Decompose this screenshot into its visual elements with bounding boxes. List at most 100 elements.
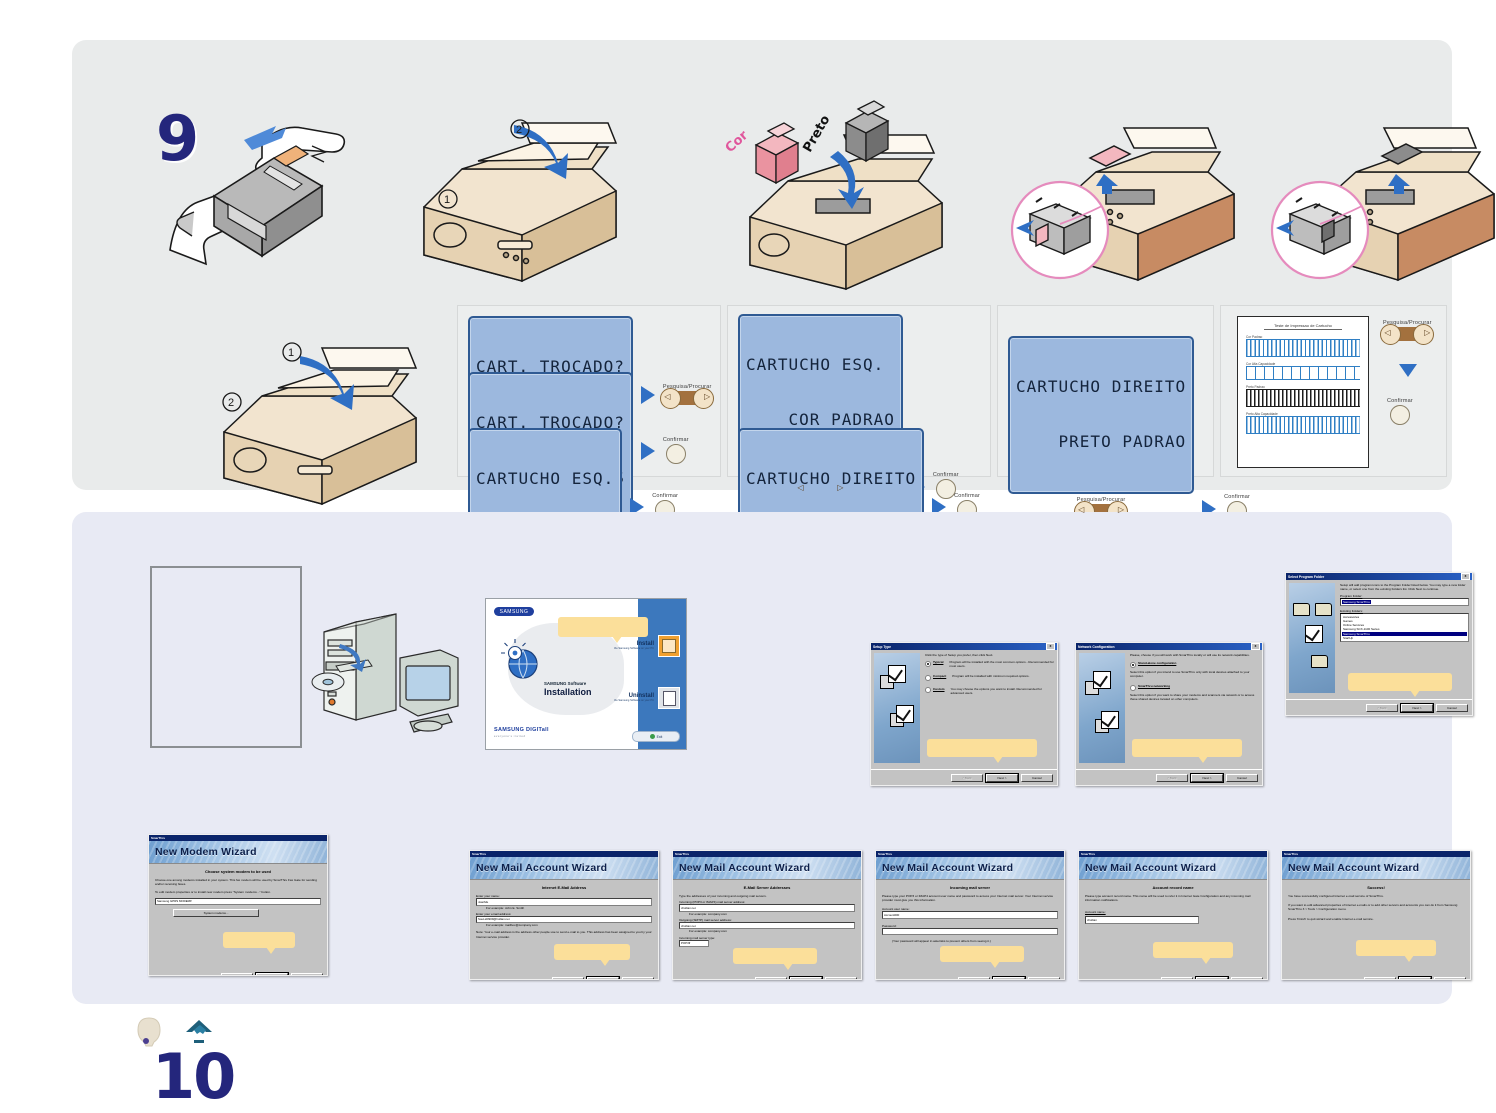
next-button[interactable]: Next >	[1400, 703, 1434, 713]
back-button[interactable]: < Back	[221, 973, 253, 975]
cancel-button[interactable]: Cancel	[1436, 704, 1468, 712]
outgoing-input[interactable]: chollian.net	[679, 921, 855, 930]
email-value: SouLid0909@hollian.net	[478, 917, 510, 922]
wizard-buttons: < Back Finish Cancel	[1286, 976, 1466, 979]
setup-option-typical[interactable]: Typical Program will be installed with t…	[925, 660, 1054, 668]
back-button[interactable]: < Back	[1364, 977, 1396, 979]
cancel-button[interactable]: Cancel	[1028, 977, 1060, 979]
lcd-line-1: CARTUCHO DIREITO	[746, 468, 917, 488]
confirm-button[interactable]	[1389, 405, 1410, 425]
radio-icon[interactable]	[925, 660, 931, 667]
name-input[interactable]: JoanMe	[476, 898, 652, 906]
account-name-input[interactable]: chollian	[1085, 916, 1199, 924]
next-button[interactable]: Next >	[789, 976, 823, 979]
radio-icon[interactable]	[1130, 661, 1136, 668]
titlebar: Network Configuration x	[1076, 643, 1262, 651]
lcd-line-1: CARTUCHO DIREITO	[1016, 376, 1187, 396]
network-configuration-dialog[interactable]: Network Configuration x Please, choose i…	[1075, 642, 1263, 786]
confirm-button-group[interactable]: Confirmar	[1387, 398, 1413, 427]
program-folder-input[interactable]: Samsung SmarThru	[1340, 598, 1469, 607]
new-modem-wizard[interactable]: SmarThru New Modem Wizard Choose system …	[148, 834, 328, 976]
cancel-button[interactable]: Cancel	[1226, 774, 1258, 782]
password-input[interactable]	[882, 927, 1058, 936]
mail-wizard-server-addresses[interactable]: SmarThru New Mail Account Wizard E-Mail …	[672, 850, 862, 980]
wizard-banner: New Mail Account Wizard	[1079, 857, 1267, 880]
printed-test-page: Teste de Impressao de Cartucho Cor Padra…	[1237, 316, 1369, 468]
program-folder-value: Samsung SmarThru	[1342, 600, 1371, 605]
back-button[interactable]: < Back	[1156, 774, 1188, 782]
cancel-button[interactable]: Cancel	[622, 977, 654, 979]
existing-folders-list[interactable]: Accessories Games Online Services Samsun…	[1340, 613, 1469, 642]
account-user-input[interactable]: Account000	[882, 911, 1058, 919]
install-icon[interactable]	[658, 635, 680, 657]
scroll-rocker-button[interactable]: ◁ ▷	[1380, 324, 1435, 345]
select-program-folder-dialog[interactable]: Select Program Folder x Setup will add p…	[1285, 572, 1473, 716]
wizard-banner: New Mail Account Wizard	[876, 857, 1064, 880]
app-name: SmarThru	[472, 852, 487, 856]
name-label: Enter your name:	[476, 894, 500, 898]
name-row: Enter your name: JoanMe	[476, 894, 652, 906]
radio-icon[interactable]	[925, 674, 931, 681]
uninstall-icon[interactable]	[658, 687, 680, 709]
wizard-header: Internet E-Mail Address	[541, 885, 587, 890]
incoming-input[interactable]: chollian.net	[679, 904, 855, 912]
installer-footer-tagline: everyone's invited	[494, 735, 526, 738]
exit-button[interactable]: Exit	[632, 731, 680, 742]
cancel-button[interactable]: Cancel	[291, 973, 323, 975]
close-icon[interactable]: x	[1046, 643, 1055, 651]
svg-text:2: 2	[516, 124, 522, 136]
chevron-down-icon[interactable]: ▾	[190, 899, 191, 903]
arrow-down-icon	[1399, 364, 1417, 377]
test-page-section: Cor Alta Capacidade	[1246, 362, 1360, 380]
back-button[interactable]: < Back	[958, 977, 990, 979]
modem-select[interactable]: Samsung GPRS MODEM ▾	[155, 897, 321, 906]
confirm-button-caption: Confirmar	[954, 492, 981, 499]
incoming-value: chollian.net	[681, 905, 696, 910]
install-subtitle: the Samsung Software on your PC	[614, 647, 654, 651]
lcd-group-a: CART. TROCADO? NAO Pesquisa/Procurar ◁▷ …	[457, 305, 721, 587]
radio-icon[interactable]	[925, 687, 931, 694]
close-icon[interactable]: x	[1251, 643, 1260, 651]
finish-button[interactable]: Finish	[1398, 976, 1432, 979]
option-desc: Select this option if you want to share …	[1130, 692, 1255, 701]
next-button[interactable]: Next >	[586, 976, 620, 979]
mail-wizard-internet-address[interactable]: SmarThru New Mail Account Wizard Interne…	[469, 850, 659, 980]
next-button[interactable]: Next >	[985, 773, 1019, 783]
next-button[interactable]: Next >	[1190, 773, 1224, 783]
email-input[interactable]: SouLid0909@hollian.net	[476, 915, 652, 924]
radio-icon[interactable]	[1130, 684, 1136, 691]
cancel-button[interactable]: Cancel	[1231, 977, 1263, 979]
option-desc: Program will be installed with minimum r…	[952, 674, 1030, 679]
setup-option-custom[interactable]: Custom You may choose the options you wa…	[925, 687, 1054, 695]
next-button[interactable]: Next >	[255, 972, 289, 975]
cancel-button[interactable]: Cancel	[1021, 774, 1053, 782]
option-label: SmarThru networking	[1138, 684, 1170, 689]
mail-wizard-account-record[interactable]: SmarThru New Mail Account Wizard Account…	[1078, 850, 1268, 980]
network-option-networking[interactable]: SmarThru networking	[1130, 684, 1259, 691]
mail-wizard-success[interactable]: SmarThru New Mail Account Wizard Success…	[1281, 850, 1471, 980]
back-button[interactable]: < Back	[951, 774, 983, 782]
cancel-button[interactable]: Cancel	[1434, 977, 1466, 979]
success-p1: You have successfully configured Interne…	[1288, 894, 1384, 898]
next-button[interactable]: Next >	[992, 976, 1026, 979]
back-button[interactable]: < Back	[1366, 704, 1398, 712]
email-label: Enter your email address:	[476, 911, 512, 916]
close-icon[interactable]: x	[1461, 573, 1470, 581]
uninstall-option[interactable]: Uninstall the Samsung Software on your P…	[584, 687, 680, 709]
lcd-line-1: CARTUCHO ESQ.	[746, 354, 885, 374]
back-button[interactable]: < Back	[755, 977, 787, 979]
back-button[interactable]: < Back	[552, 977, 584, 979]
setup-type-dialog[interactable]: Setup Type x Click the type of Setup you…	[870, 642, 1058, 786]
cancel-button[interactable]: Cancel	[825, 977, 857, 979]
server-type-select[interactable]: POP3 ▾	[679, 939, 709, 948]
setup-option-compact[interactable]: Compact Program will be installed with m…	[925, 674, 1054, 681]
system-modems-button[interactable]: System modems...	[173, 909, 259, 918]
install-option[interactable]: Install the Samsung Software on your PC	[584, 635, 680, 657]
network-option-standalone[interactable]: Stand-alone configuration	[1130, 661, 1259, 668]
mail-wizard-incoming-server[interactable]: SmarThru New Mail Account Wizard Incomin…	[875, 850, 1065, 980]
next-button[interactable]: Next >	[1195, 976, 1229, 979]
back-button[interactable]: < Back	[1161, 977, 1193, 979]
folder-item[interactable]: StartUp	[1342, 636, 1467, 640]
chevron-down-icon[interactable]: ▾	[689, 941, 690, 945]
scroll-button-group[interactable]: Pesquisa/Procurar ◁▷	[1380, 320, 1435, 345]
